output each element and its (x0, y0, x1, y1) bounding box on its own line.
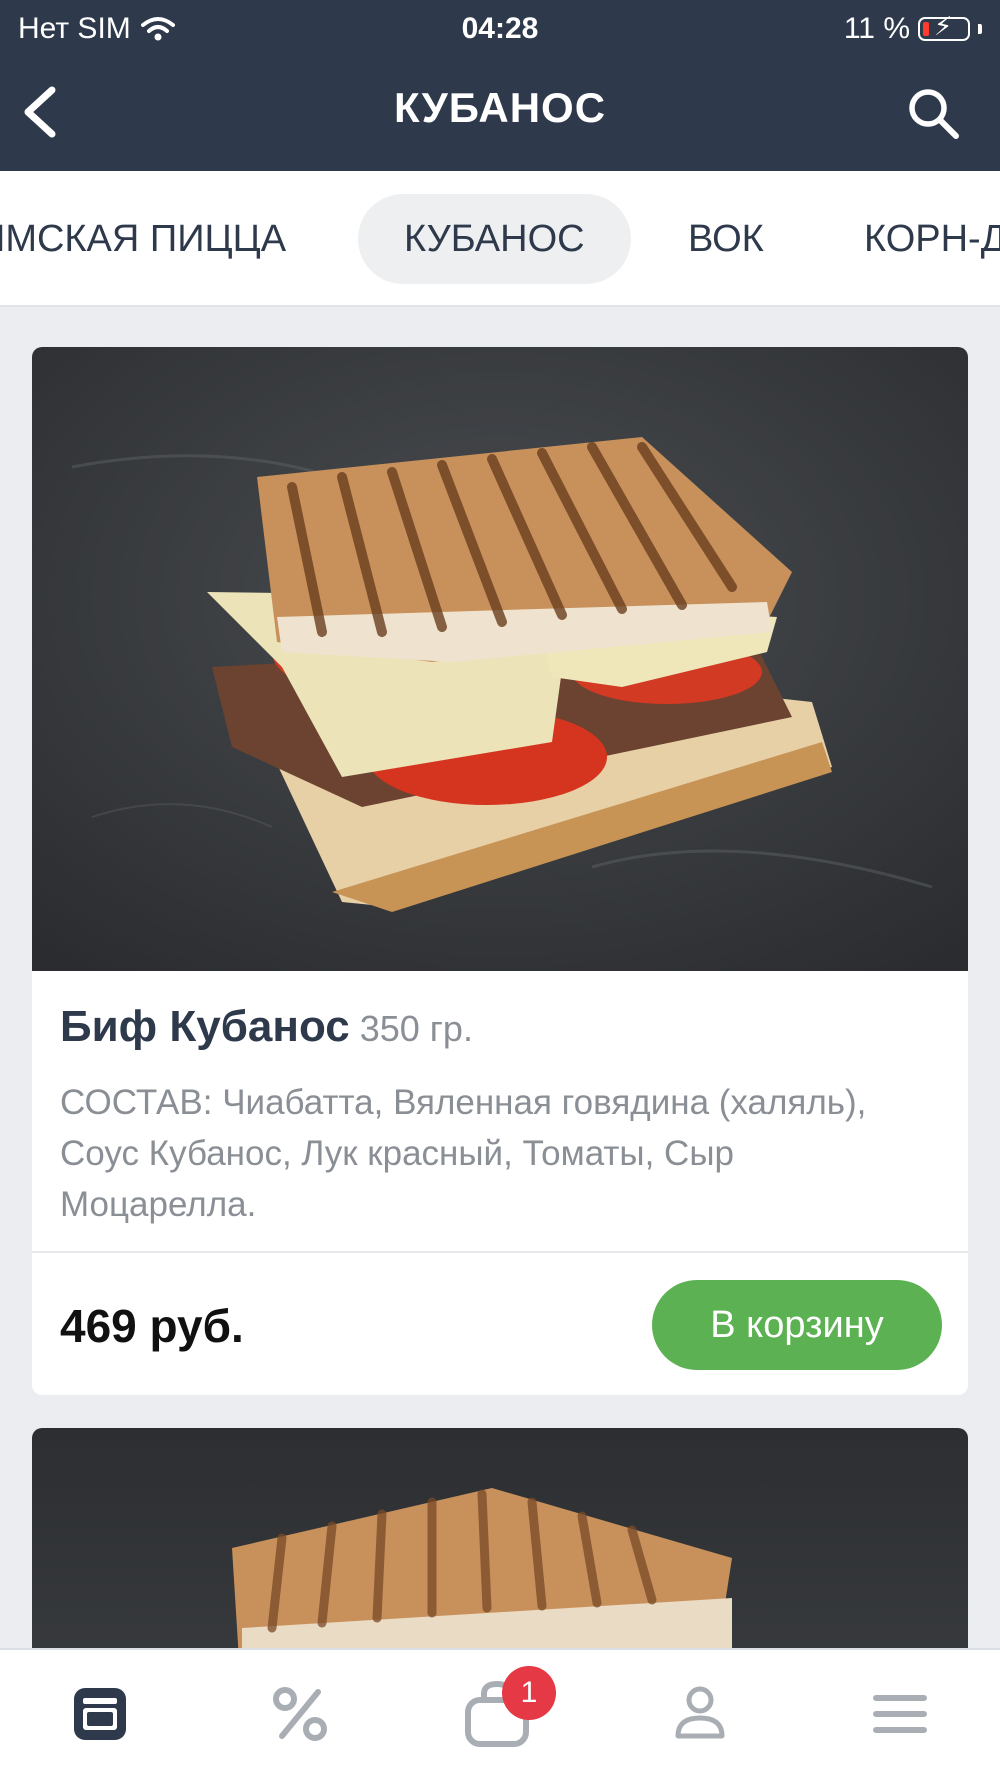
category-tabs: ИМСКАЯ ПИЦЦА КУБАНОС ВОК КОРН-Д (0, 171, 1000, 307)
tab-promotions[interactable] (200, 1650, 400, 1780)
card-divider (32, 1251, 968, 1253)
more-icon (873, 1695, 927, 1733)
search-icon (909, 89, 959, 139)
product-title-row: Биф Кубанос 350 гр. (60, 1002, 473, 1052)
product-description: СОСТАВ: Чиабатта, Вяленная говядина (хал… (60, 1083, 867, 1224)
cart-count-badge: 1 (502, 1666, 556, 1720)
category-tab-pizza[interactable]: ИМСКАЯ ПИЦЦА (0, 194, 286, 284)
product-card: Биф Кубанос 350 гр. СОСТАВ: Чиабатта, Вял… (32, 347, 968, 1395)
bottom-tab-bar (0, 1648, 1000, 1780)
percent-icon (273, 1687, 327, 1741)
search-button[interactable] (904, 84, 964, 144)
add-to-cart-button[interactable]: В корзину (652, 1280, 942, 1370)
battery-percent: 11 % (843, 12, 910, 45)
product-name: Биф Кубанос (60, 1002, 350, 1051)
category-tab-cubanos[interactable]: КУБАНОС (358, 194, 631, 284)
tab-profile[interactable] (600, 1650, 800, 1780)
product-price: 469 руб. (60, 1300, 244, 1352)
product-photo[interactable] (32, 347, 968, 971)
profile-icon (675, 1686, 725, 1739)
status-battery: 11 % ⚡ (844, 12, 982, 46)
tab-cart[interactable] (400, 1650, 600, 1780)
category-tab-wok[interactable]: ВОК (688, 194, 764, 284)
product-weight: 350 гр. (359, 1008, 473, 1049)
category-tab-corn-dog[interactable]: КОРН-Д (864, 194, 1000, 284)
tab-menu[interactable] (0, 1650, 200, 1780)
page-title: КУБАНОС (393, 84, 607, 131)
top-bar: Нет SIM 04:28 11 % ⚡ КУБАНОС (0, 0, 1000, 171)
menu-icon (74, 1688, 126, 1740)
tab-more[interactable] (800, 1650, 1000, 1780)
battery-icon: ⚡ (918, 13, 970, 41)
